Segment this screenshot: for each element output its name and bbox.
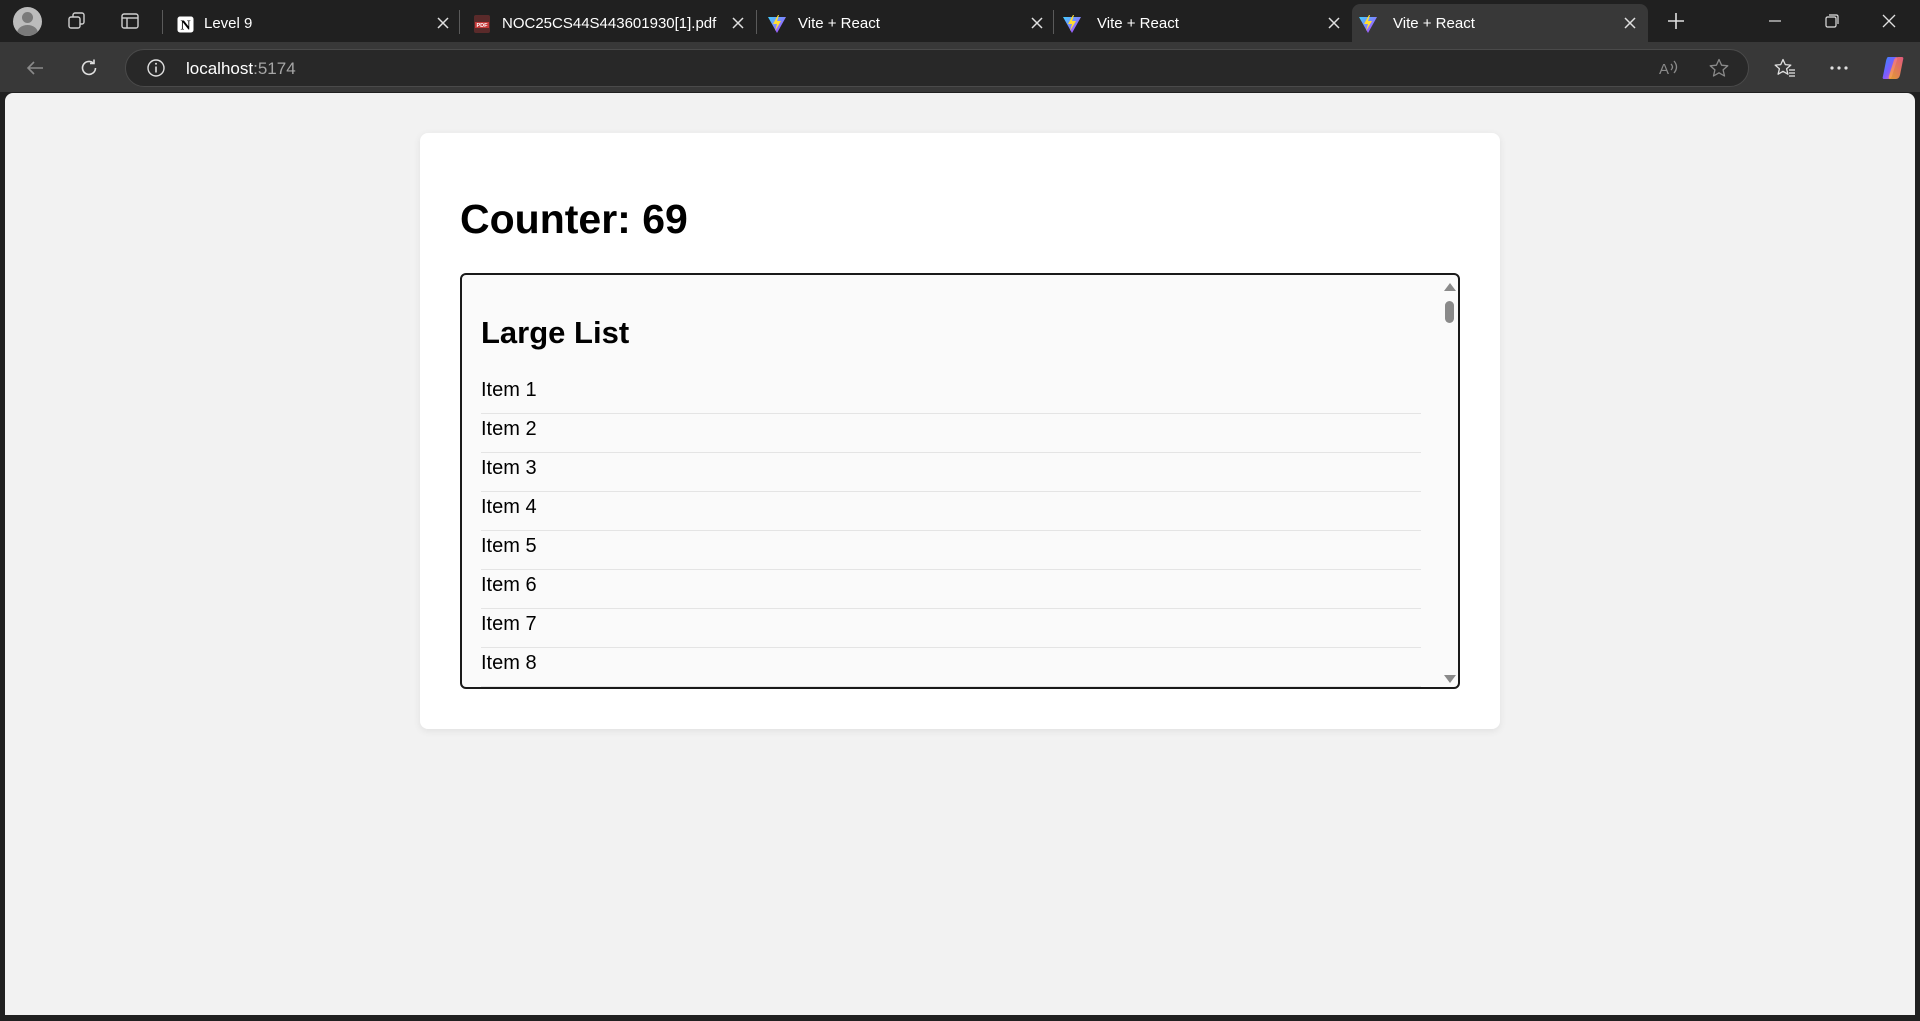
- close-icon: [1882, 14, 1896, 28]
- workspaces-icon: [68, 12, 85, 29]
- workspaces-button[interactable]: [61, 6, 93, 36]
- list-item: Item 1: [481, 375, 1421, 414]
- close-icon[interactable]: [1027, 13, 1047, 33]
- back-button[interactable]: [18, 51, 52, 85]
- pdf-icon: PDF: [472, 14, 492, 34]
- close-icon[interactable]: [1324, 13, 1344, 33]
- more-button[interactable]: [1822, 51, 1856, 85]
- tab-title: Vite + React: [1097, 15, 1179, 32]
- close-icon[interactable]: [433, 13, 453, 33]
- scrollbar-thumb[interactable]: [1445, 301, 1454, 323]
- list-item: Item 8: [481, 648, 1421, 687]
- browser-tab[interactable]: N Level 9: [163, 4, 458, 42]
- list-item: Item 3: [481, 453, 1421, 492]
- scroll-down-arrow-icon[interactable]: [1444, 675, 1456, 683]
- svg-text:A: A: [1659, 61, 1669, 78]
- close-window-button[interactable]: [1866, 6, 1912, 36]
- new-tab-button[interactable]: [1660, 6, 1692, 36]
- vite-icon: [767, 14, 787, 34]
- arrow-left-icon: [26, 61, 43, 75]
- tab-actions-icon: [121, 13, 139, 29]
- copilot-icon: [1882, 57, 1904, 79]
- svg-text:PDF: PDF: [477, 23, 489, 29]
- read-aloud-icon[interactable]: A: [1658, 58, 1680, 78]
- profile-button[interactable]: [11, 6, 43, 36]
- favorite-star-icon[interactable]: [1708, 58, 1730, 78]
- scrollbar[interactable]: [1443, 279, 1457, 683]
- counter-heading: Counter: 69: [460, 196, 688, 242]
- minimize-button[interactable]: [1752, 6, 1798, 36]
- item-list: Item 1 Item 2 Item 3 Item 4 Item 5 Item …: [481, 375, 1421, 687]
- refresh-icon: [81, 59, 97, 76]
- minimize-icon: [1769, 20, 1781, 22]
- tab-title: Level 9: [204, 15, 253, 32]
- list-item: Item 2: [481, 414, 1421, 453]
- list-item: Item 4: [481, 492, 1421, 531]
- restore-icon: [1825, 14, 1839, 28]
- favorites-button[interactable]: [1768, 51, 1802, 85]
- list-item: Item 5: [481, 531, 1421, 570]
- restore-button[interactable]: [1809, 6, 1855, 36]
- scroll-up-arrow-icon[interactable]: [1444, 283, 1456, 291]
- page-viewport: Counter: 69 Large List Item 1 Item 2 Ite…: [5, 93, 1915, 1015]
- vite-icon: [1358, 14, 1378, 34]
- favorites-icon: [1774, 58, 1795, 77]
- avatar-icon: [12, 6, 42, 36]
- refresh-button[interactable]: [72, 51, 106, 85]
- app-card: Counter: 69 Large List Item 1 Item 2 Ite…: [420, 133, 1500, 729]
- tab-title: NOC25CS44S443601930[1].pdf: [502, 15, 717, 32]
- list-item: Item 7: [481, 609, 1421, 648]
- tab-title: Vite + React: [1393, 15, 1475, 32]
- url-port: :5174: [253, 59, 296, 78]
- tab-title: Vite + React: [798, 15, 880, 32]
- notion-icon: N: [175, 14, 195, 34]
- plus-icon: [1668, 13, 1684, 29]
- info-icon[interactable]: [146, 58, 166, 78]
- close-icon[interactable]: [1620, 13, 1640, 33]
- list-title: Large List: [481, 315, 630, 350]
- browser-tab-active[interactable]: Vite + React: [1352, 4, 1648, 42]
- browser-tab[interactable]: Vite + React: [1054, 4, 1349, 42]
- vite-icon: [1062, 14, 1082, 34]
- browser-tab[interactable]: PDF NOC25CS44S443601930[1].pdf: [460, 4, 755, 42]
- tab-strip: N Level 9 PDF NOC25CS44S443601930[1].pdf: [0, 0, 1920, 42]
- url-host: localhost: [186, 59, 254, 78]
- address-bar[interactable]: localhost:5174 A: [125, 49, 1749, 87]
- vertical-tabs-button[interactable]: [114, 6, 146, 36]
- large-list-container[interactable]: Large List Item 1 Item 2 Item 3 Item 4 I…: [460, 273, 1460, 689]
- browser-toolbar: localhost:5174 A: [0, 42, 1920, 92]
- more-icon: [1830, 66, 1848, 70]
- list-item: Item 6: [481, 570, 1421, 609]
- close-icon[interactable]: [728, 13, 748, 33]
- copilot-button[interactable]: [1876, 51, 1910, 85]
- url-text[interactable]: localhost:5174: [186, 59, 296, 79]
- browser-tab[interactable]: Vite + React: [757, 4, 1052, 42]
- svg-text:N: N: [180, 18, 190, 33]
